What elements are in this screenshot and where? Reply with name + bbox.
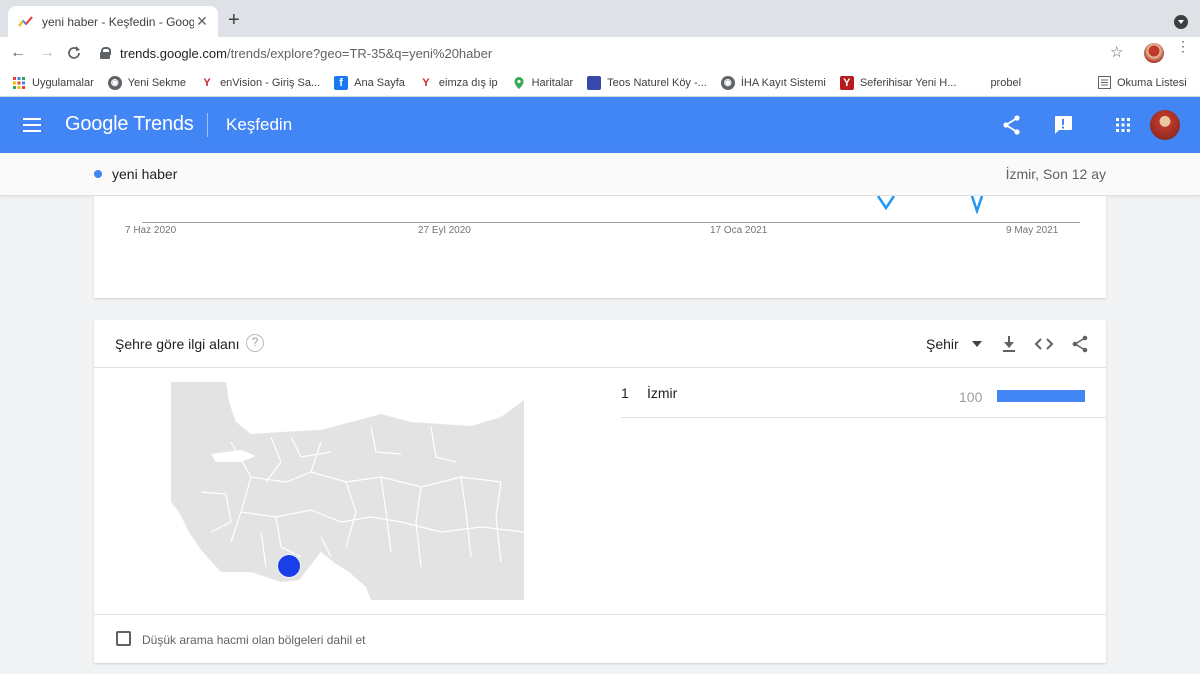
bookmark-label: Haritalar: [531, 76, 574, 89]
y-logo-icon: Y: [839, 75, 854, 90]
low-volume-checkbox[interactable]: [116, 631, 131, 646]
low-volume-checkbox-label[interactable]: Düşük arama hacmi olan bölgeleri dahil e…: [142, 633, 365, 647]
bookmark-label: Seferihisar Yeni H...: [859, 76, 957, 89]
dropdown-caret-icon[interactable]: [972, 341, 982, 347]
new-tab-button[interactable]: +: [228, 10, 240, 30]
forward-arrow-icon[interactable]: →: [37, 43, 57, 63]
resolution-select[interactable]: Şehir: [926, 336, 959, 352]
trend-line-fragment: [876, 196, 984, 214]
bookmark-label: Yeni Sekme: [127, 76, 187, 89]
browser-tab[interactable]: yeni haber - Keşfedin - Google Trends ✕: [8, 6, 218, 37]
bookmark-apps[interactable]: Uygulamalar: [12, 76, 94, 90]
interest-bar-track: [997, 390, 1085, 402]
search-term: yeni haber: [112, 166, 178, 182]
card-title: Şehre göre ilgi alanı: [115, 336, 240, 352]
term-color-dot: [94, 170, 102, 178]
search-term-bar: yeni haber İzmir, Son 12 ay: [0, 153, 1200, 196]
bookmark-item[interactable]: Y eimza dış ip: [419, 76, 498, 90]
bookmark-label: enVision - Giriş Sa...: [220, 76, 321, 89]
url-path: /trends/explore?geo=TR-35&q=yeni%20haber: [226, 45, 493, 61]
bookmarks-bar: Uygulamalar ◉ Yeni Sekme Y enVision - Gi…: [0, 69, 1200, 97]
bookmark-label: Uygulamalar: [32, 76, 94, 89]
reading-list-button[interactable]: Okuma Listesi: [1098, 76, 1187, 89]
rank-number: 1: [621, 385, 629, 401]
brand-logo[interactable]: Google Trends: [65, 113, 194, 136]
x-axis-tick: 17 Oca 2021: [710, 225, 768, 236]
header-divider: [207, 113, 208, 137]
card-header: Şehre göre ilgi alanı ? Şehir: [94, 320, 1106, 368]
facebook-icon: f: [334, 75, 349, 90]
bookmark-label: probel: [990, 76, 1022, 89]
x-axis-line: [142, 222, 1080, 223]
card-footer: Düşük arama hacmi olan bölgeleri dahil e…: [94, 614, 1106, 663]
city-interest-map[interactable]: [171, 382, 524, 600]
share-icon[interactable]: [1070, 334, 1090, 354]
globe-icon: ◉: [107, 75, 122, 90]
x-axis-tick: 9 May 2021: [1006, 225, 1059, 236]
feedback-icon[interactable]: [1051, 113, 1075, 137]
back-arrow-icon[interactable]: ←: [8, 43, 28, 63]
lock-icon: [100, 47, 111, 59]
menu-icon[interactable]: [23, 118, 41, 132]
bookmark-item[interactable]: Haritalar: [512, 76, 574, 90]
tab-title: yeni haber - Keşfedin - Google Trends: [42, 14, 194, 29]
bookmark-item[interactable]: probel: [990, 77, 1021, 89]
y-logo-icon: Y: [203, 76, 211, 89]
interest-bar: [997, 390, 1085, 402]
bookmark-label: Ana Sayfa: [354, 76, 405, 89]
profile-avatar[interactable]: [1144, 43, 1164, 63]
reload-icon[interactable]: [66, 45, 82, 61]
interest-by-city-card: Şehre göre ilgi alanı ? Şehir 1 İzmir 10…: [94, 320, 1106, 663]
account-avatar[interactable]: [1150, 110, 1180, 140]
reading-list-icon: [1098, 76, 1111, 89]
bookmark-item[interactable]: Y enVision - Giriş Sa...: [200, 76, 320, 90]
bookmark-label: eimza dış ip: [438, 76, 498, 89]
bookmark-label: İHA Kayıt Sistemi: [740, 76, 826, 89]
browser-tab-strip: yeni haber - Keşfedin - Google Trends ✕ …: [0, 0, 1200, 37]
globe-icon: ◉: [720, 75, 735, 90]
bookmark-label: Teos Naturel Köy -...: [607, 76, 707, 89]
trends-app-bar: Google Trends Keşfedin: [0, 97, 1200, 153]
help-icon[interactable]: ?: [246, 334, 264, 352]
share-icon[interactable]: [1000, 113, 1024, 137]
interest-value: 100: [959, 389, 983, 405]
site-icon: [587, 75, 602, 90]
browser-menu-icon[interactable]: ⋮: [1176, 39, 1190, 53]
reading-list-label: Okuma Listesi: [1117, 76, 1187, 89]
interest-over-time-card: 7 Haz 2020 27 Eyl 2020 17 Oca 2021 9 May…: [94, 196, 1106, 298]
y-logo-icon: Y: [422, 76, 430, 89]
browser-toolbar: ← → trends.google.com/trends/explore?geo…: [0, 37, 1200, 69]
tab-search-icon[interactable]: [1174, 15, 1188, 29]
url-host: trends.google.com: [120, 45, 227, 61]
page-title: Keşfedin: [226, 115, 293, 134]
embed-code-icon[interactable]: [1034, 334, 1054, 354]
x-axis-tick: 27 Eyl 2020: [418, 225, 471, 236]
bookmark-item[interactable]: f Ana Sayfa: [334, 75, 405, 90]
tab-close-icon[interactable]: ✕: [194, 13, 210, 30]
address-bar[interactable]: trends.google.com/trends/explore?geo=TR-…: [96, 39, 1136, 67]
city-name: İzmir: [647, 385, 678, 401]
bookmark-item[interactable]: ◉ Yeni Sekme: [107, 75, 187, 90]
apps-grid-icon[interactable]: [1111, 113, 1135, 137]
bookmark-item[interactable]: ◉ İHA Kayıt Sistemi: [720, 75, 826, 90]
x-axis-tick: 7 Haz 2020: [125, 225, 177, 236]
turkey-map-graphic: [171, 382, 524, 600]
izmir-map-marker[interactable]: [278, 555, 300, 577]
trends-favicon-icon: [18, 15, 33, 27]
ranking-row[interactable]: 1 İzmir 100: [621, 368, 1106, 418]
download-icon[interactable]: [999, 334, 1019, 354]
bookmark-item[interactable]: Y Seferihisar Yeni H...: [839, 75, 957, 90]
maps-pin-icon: [514, 76, 524, 89]
apps-grid-icon: [13, 76, 25, 89]
bookmark-item[interactable]: Teos Naturel Köy -...: [587, 75, 707, 90]
term-location-period: İzmir, Son 12 ay: [1005, 166, 1106, 182]
bookmark-star-icon[interactable]: ☆: [1110, 43, 1123, 61]
